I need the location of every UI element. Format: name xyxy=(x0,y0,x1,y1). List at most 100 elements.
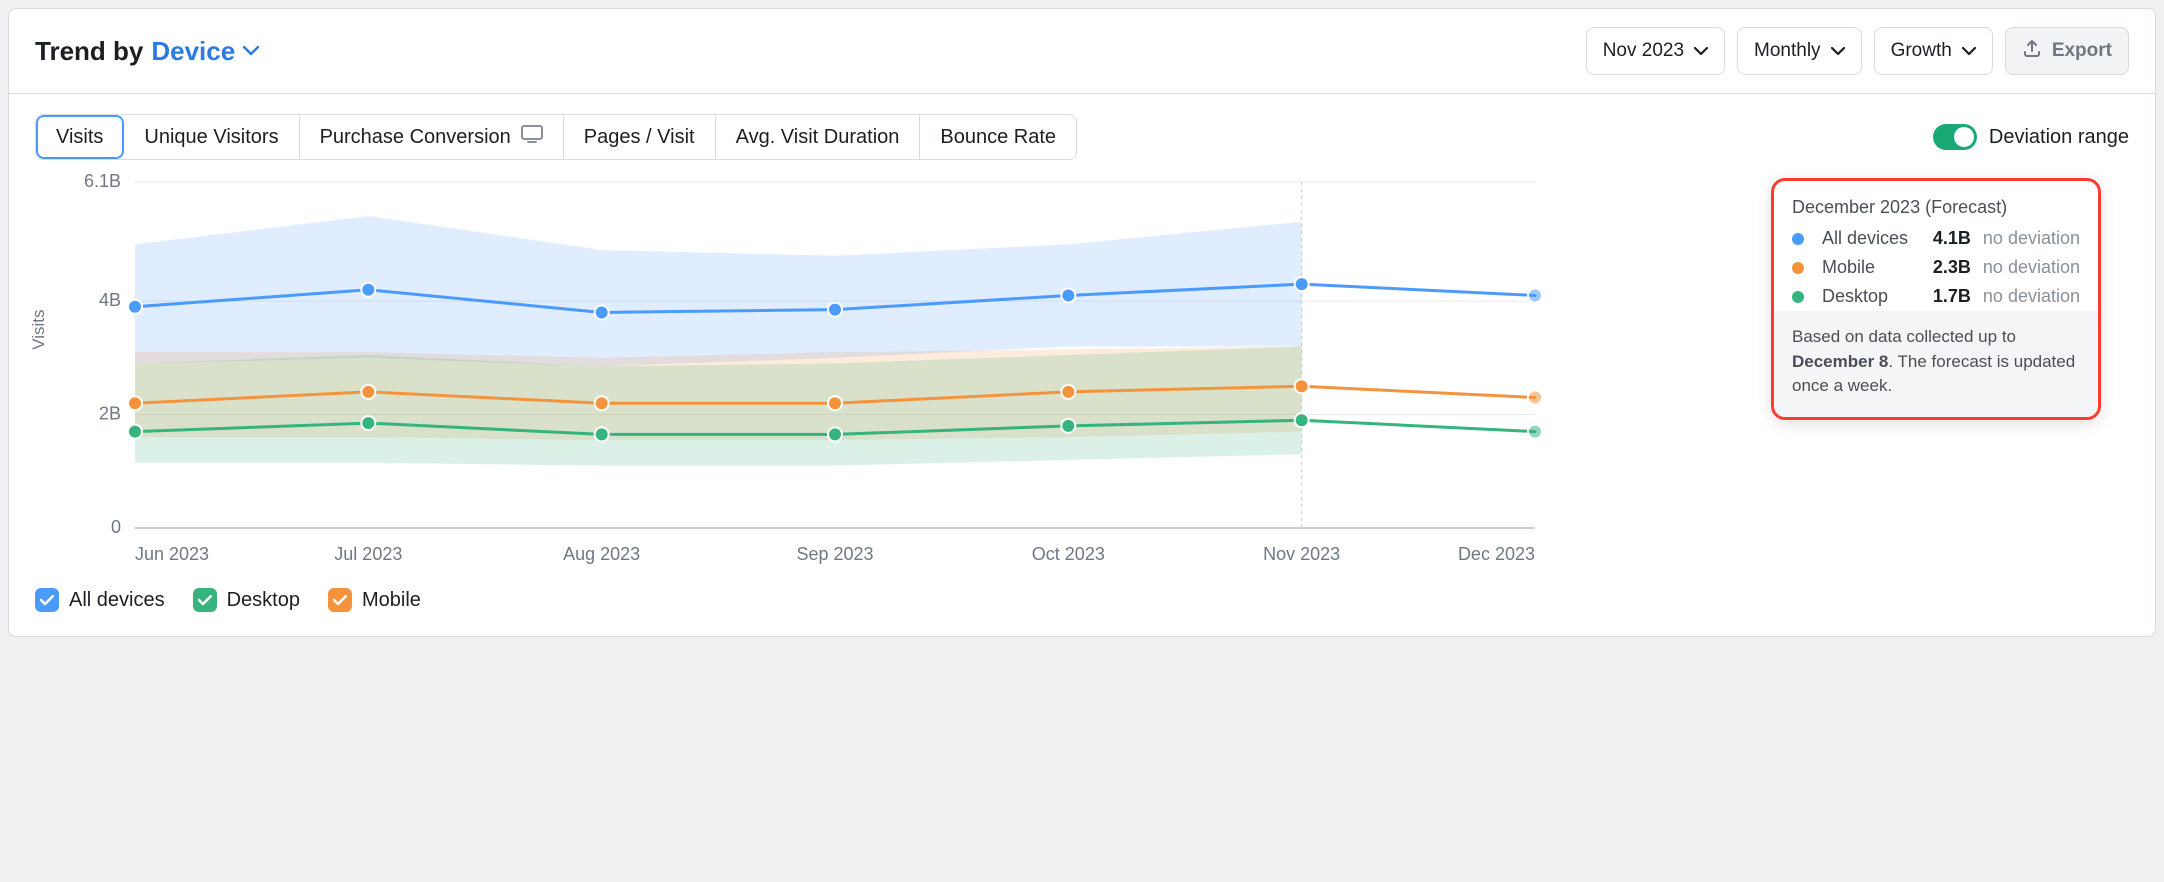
tooltip-series-label: Desktop xyxy=(1822,286,1921,307)
y-tick-label: 4B xyxy=(99,290,121,310)
granularity-picker[interactable]: Monthly xyxy=(1737,27,1862,75)
tooltip-series-deviation: no deviation xyxy=(1983,257,2080,278)
series-point xyxy=(1295,413,1309,427)
y-axis-label: Visits xyxy=(29,310,49,350)
series-dot-icon xyxy=(1792,233,1804,245)
series-point xyxy=(128,300,142,314)
series-point xyxy=(361,416,375,430)
desktop-icon xyxy=(521,125,543,149)
trend-panel: Trend by Device Nov 2023 Monthly Growth xyxy=(8,8,2156,637)
series-point xyxy=(1061,288,1075,302)
chart-legend: All devices Desktop Mobile xyxy=(35,588,2129,612)
series-point xyxy=(828,427,842,441)
panel-header: Trend by Device Nov 2023 Monthly Growth xyxy=(9,9,2155,94)
x-tick-label: Dec 2023 xyxy=(1458,544,1535,564)
x-tick-label: Jul 2023 xyxy=(334,544,402,564)
x-tick-label: Sep 2023 xyxy=(796,544,873,564)
series-point xyxy=(361,283,375,297)
x-tick-label: Aug 2023 xyxy=(563,544,640,564)
x-tick-label: Nov 2023 xyxy=(1263,544,1340,564)
tab-label: Unique Visitors xyxy=(144,126,278,149)
y-tick-label: 6.1B xyxy=(84,171,121,191)
mode-picker[interactable]: Growth xyxy=(1874,27,1993,75)
tooltip-series-deviation: no deviation xyxy=(1983,228,2080,249)
chevron-down-icon xyxy=(1694,47,1708,56)
y-tick-label: 2B xyxy=(99,404,121,424)
series-point xyxy=(595,427,609,441)
tab-avd[interactable]: Avg. Visit Duration xyxy=(716,115,921,159)
panel-title: Trend by Device xyxy=(35,36,259,67)
tab-purchase[interactable]: Purchase Conversion xyxy=(300,115,564,159)
chevron-down-icon xyxy=(1831,47,1845,56)
title-prefix: Trend by xyxy=(35,36,143,67)
series-point xyxy=(1528,391,1542,405)
tooltip-row: All devices 4.1B no deviation xyxy=(1774,224,2098,253)
x-tick-label: Jun 2023 xyxy=(135,544,209,564)
tooltip-title: December 2023 (Forecast) xyxy=(1774,181,2098,224)
mode-label: Growth xyxy=(1891,40,1952,62)
series-point xyxy=(361,385,375,399)
legend-checkbox-icon xyxy=(35,588,59,612)
tab-label: Avg. Visit Duration xyxy=(736,126,900,149)
chevron-down-icon xyxy=(1962,47,1976,56)
dimension-picker[interactable]: Device xyxy=(151,36,259,67)
legend-item-all[interactable]: All devices xyxy=(35,588,165,612)
series-dot-icon xyxy=(1792,291,1804,303)
export-icon xyxy=(2022,38,2042,64)
tab-uniques[interactable]: Unique Visitors xyxy=(124,115,299,159)
tab-label: Bounce Rate xyxy=(940,126,1056,149)
series-point xyxy=(1061,385,1075,399)
line-chart: 0 2B 4B 6.1B Jun 2023 Jul 2023 Aug 2023 Sep 202… xyxy=(35,170,1555,570)
legend-item-mobile[interactable]: Mobile xyxy=(328,588,421,612)
panel-body: Visits Unique Visitors Purchase Conversion… xyxy=(9,94,2155,636)
forecast-tooltip: December 2023 (Forecast) All devices 4.1B… xyxy=(1771,178,2101,420)
tooltip-row: Mobile2.3Bno deviation xyxy=(1774,253,2098,282)
x-tick-label: Oct 2023 xyxy=(1032,544,1105,564)
tab-label: Pages / Visit xyxy=(584,126,695,149)
series-point xyxy=(1295,277,1309,291)
export-button[interactable]: Export xyxy=(2005,27,2129,75)
series-point xyxy=(595,305,609,319)
tab-label: Visits xyxy=(56,126,103,149)
legend-checkbox-icon xyxy=(193,588,217,612)
tab-bounce[interactable]: Bounce Rate xyxy=(920,115,1076,159)
series-point xyxy=(1061,419,1075,433)
toggle-switch[interactable] xyxy=(1933,124,1977,150)
series-point xyxy=(595,396,609,410)
tooltip-row: Desktop 1.7B no deviation xyxy=(1774,282,2098,311)
tab-visits[interactable]: Visits xyxy=(36,115,124,159)
series-point xyxy=(128,396,142,410)
tooltip-rows: All devices4.1Bno deviationMobile2.3Bno … xyxy=(1774,224,2098,311)
series-point xyxy=(128,425,142,439)
tooltip-footer-bold: December 8 xyxy=(1792,352,1888,371)
series-dot-icon xyxy=(1792,262,1804,274)
tooltip-series-value: 1.7B xyxy=(1933,286,1971,307)
tab-ppv[interactable]: Pages / Visit xyxy=(564,115,716,159)
tooltip-footer: Based on data collected up to December 8… xyxy=(1774,311,2098,417)
tab-label: Purchase Conversion xyxy=(320,126,511,149)
tooltip-series-value: 4.1B xyxy=(1933,228,1971,249)
deviation-toggle-label: Deviation range xyxy=(1989,126,2129,149)
tooltip-series-label: All devices xyxy=(1822,228,1921,249)
legend-item-desktop[interactable]: Desktop xyxy=(193,588,300,612)
tooltip-series-value: 2.3B xyxy=(1933,257,1971,278)
header-controls: Nov 2023 Monthly Growth Export xyxy=(1586,27,2129,75)
series-point xyxy=(828,396,842,410)
series-point xyxy=(828,303,842,317)
y-tick-label: 0 xyxy=(111,517,121,537)
series-point xyxy=(1528,288,1542,302)
date-picker[interactable]: Nov 2023 xyxy=(1586,27,1725,75)
legend-label: Mobile xyxy=(362,589,421,612)
tooltip-series-deviation: no deviation xyxy=(1983,286,2080,307)
date-label: Nov 2023 xyxy=(1603,40,1684,62)
chevron-down-icon xyxy=(243,46,259,56)
legend-label: Desktop xyxy=(227,589,300,612)
tooltip-footer-pre: Based on data collected up to xyxy=(1792,327,2016,346)
legend-label: All devices xyxy=(69,589,165,612)
legend-checkbox-icon xyxy=(328,588,352,612)
dimension-label: Device xyxy=(151,36,235,67)
export-label: Export xyxy=(2052,40,2112,62)
series-point xyxy=(1528,425,1542,439)
deviation-toggle[interactable]: Deviation range xyxy=(1933,124,2129,150)
granularity-label: Monthly xyxy=(1754,40,1821,62)
